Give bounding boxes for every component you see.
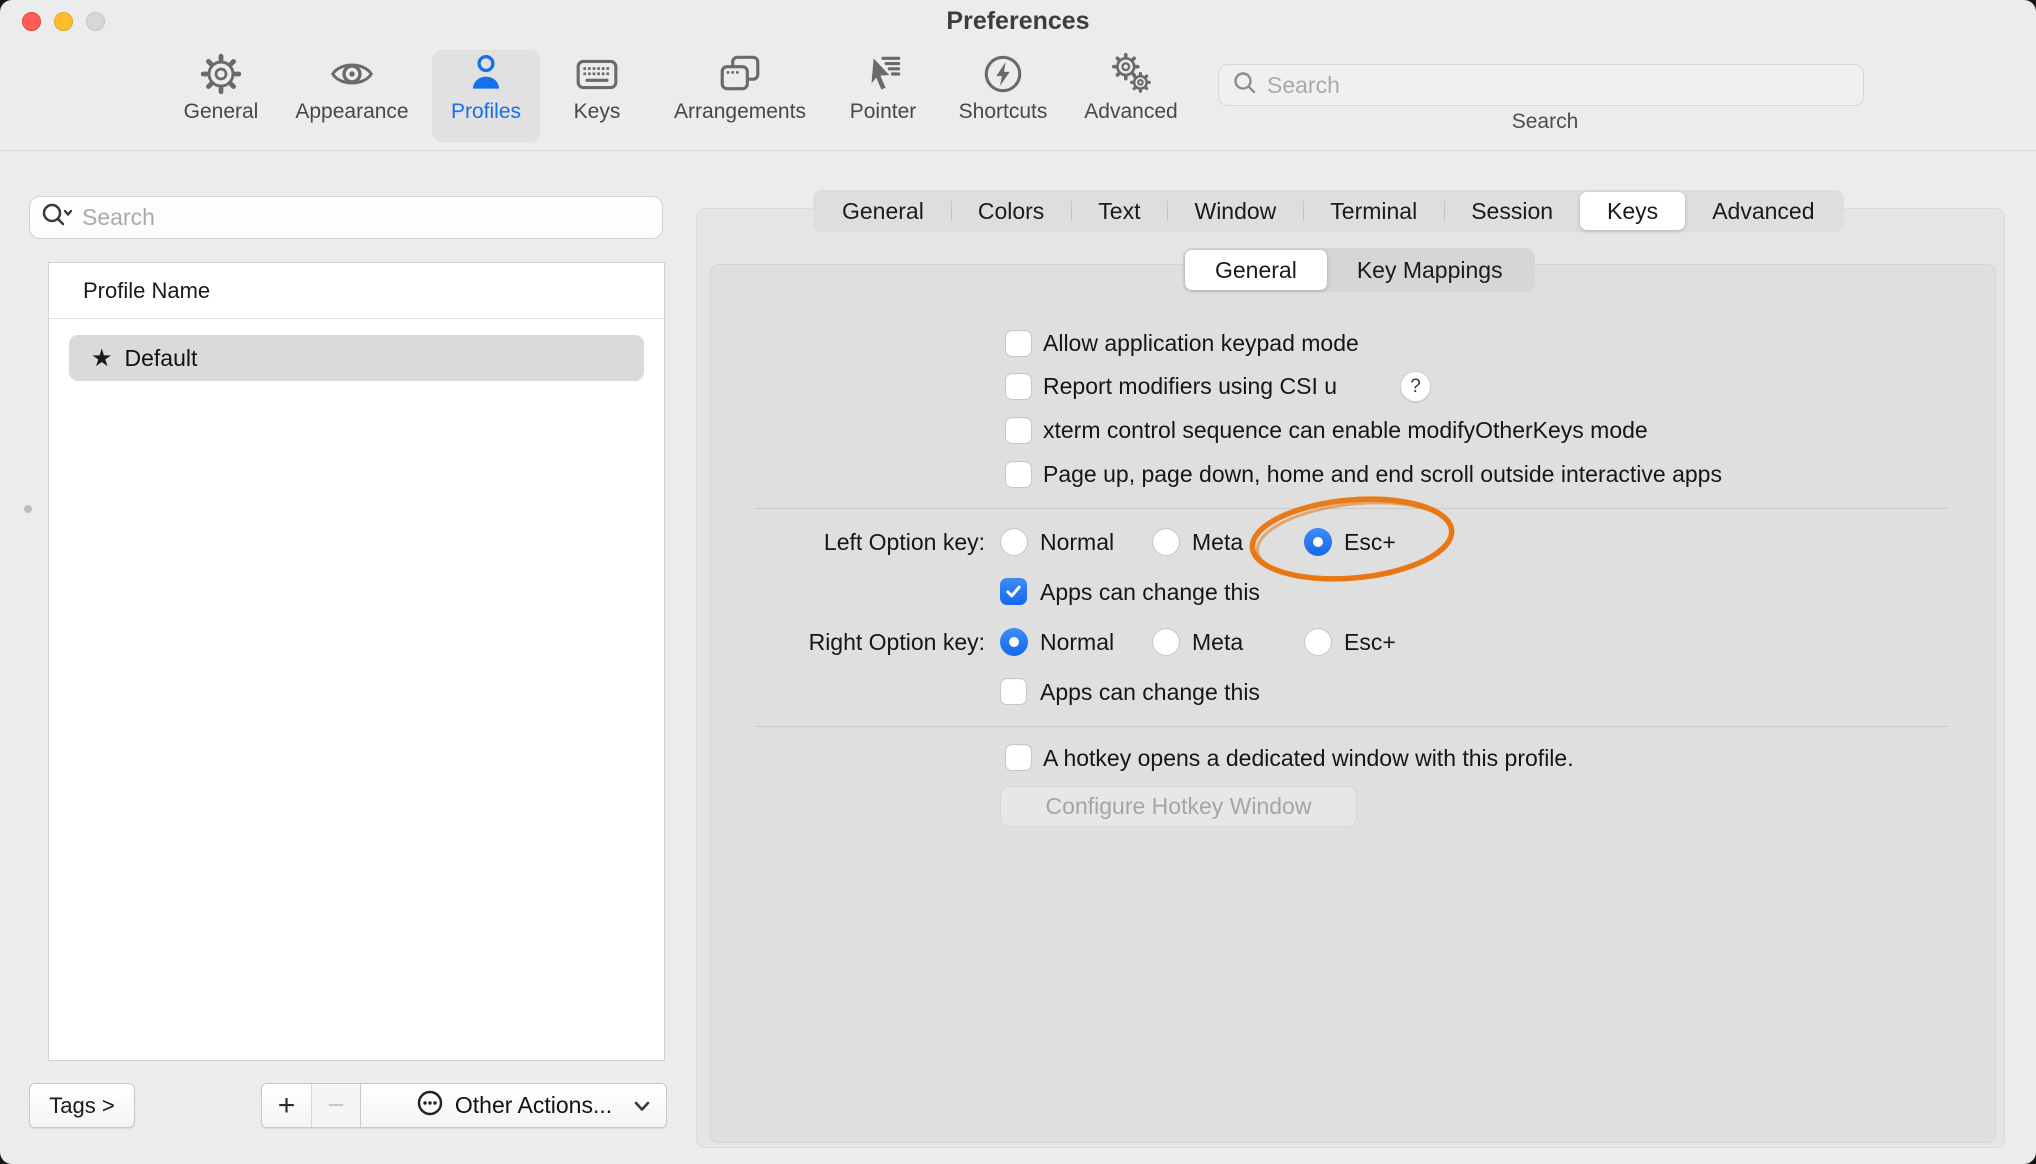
toolbar-item-shortcuts[interactable]: Shortcuts: [948, 50, 1058, 142]
subtab-key-mappings[interactable]: Key Mappings: [1327, 250, 1533, 290]
toolbar-item-arrangements[interactable]: Arrangements: [665, 50, 815, 142]
keys-general-panel: [710, 264, 1996, 1143]
cursor-icon: [859, 50, 907, 98]
radio-right-option-normal[interactable]: [1000, 628, 1028, 656]
keys-subtabs: General Key Mappings: [1183, 248, 1535, 292]
profile-list: Profile Name ★ Default: [48, 262, 665, 1061]
label-right-option-esc: Esc+: [1344, 629, 1396, 656]
toolbar-search-caption: Search: [1460, 110, 1630, 134]
other-actions-label: Other Actions...: [455, 1092, 612, 1119]
profile-tabs: General Colors Text Window Terminal Sess…: [813, 190, 1844, 232]
checkbox-modify-other-keys[interactable]: [1005, 417, 1032, 444]
add-profile-button[interactable]: +: [262, 1084, 311, 1127]
person-icon: [462, 50, 510, 98]
toolbar-item-profiles[interactable]: Profiles: [432, 50, 540, 142]
tab-advanced[interactable]: Advanced: [1685, 192, 1841, 230]
search-menu-icon: [40, 200, 74, 235]
tab-window[interactable]: Window: [1167, 192, 1303, 230]
keyboard-icon: [573, 50, 621, 98]
label-right-apps-can-change: Apps can change this: [1040, 679, 1260, 706]
toolbar-item-appearance[interactable]: Appearance: [287, 50, 417, 142]
toolbar-label-shortcuts: Shortcuts: [959, 100, 1048, 124]
toolbar-label-general: General: [184, 100, 259, 124]
checkbox-left-apps-can-change[interactable]: [1000, 578, 1027, 605]
bolt-circle-icon: [979, 50, 1027, 98]
profile-row-default[interactable]: ★ Default: [69, 335, 644, 381]
toolbar-label-profiles: Profiles: [451, 100, 521, 124]
tags-button[interactable]: Tags >: [29, 1083, 135, 1128]
toolbar-label-appearance: Appearance: [295, 100, 408, 124]
toolbar-item-keys[interactable]: Keys: [557, 50, 637, 142]
window-stack-icon: [716, 50, 764, 98]
ellipsis-circle-icon: [415, 1088, 445, 1124]
label-left-option-normal: Normal: [1040, 529, 1114, 556]
radio-left-option-esc[interactable]: [1304, 528, 1332, 556]
window-title: Preferences: [0, 7, 2036, 36]
checkbox-page-scroll[interactable]: [1005, 461, 1032, 488]
radio-left-option-meta[interactable]: [1152, 528, 1180, 556]
label-right-option-meta: Meta: [1192, 629, 1243, 656]
radio-left-option-normal[interactable]: [1000, 528, 1028, 556]
checkbox-right-apps-can-change[interactable]: [1000, 678, 1027, 705]
tab-keys[interactable]: Keys: [1580, 192, 1685, 230]
other-actions-dropdown[interactable]: Other Actions...: [360, 1084, 666, 1127]
label-modify-other-keys: xterm control sequence can enable modify…: [1043, 417, 1648, 444]
toolbar-label-keys: Keys: [574, 100, 621, 124]
subtab-general[interactable]: General: [1185, 250, 1327, 290]
checkbox-hotkey-window[interactable]: [1005, 744, 1032, 771]
default-star-icon: ★: [91, 344, 113, 373]
toolbar-divider: [0, 150, 2036, 151]
gear-icon: [197, 50, 245, 98]
search-icon: [1231, 69, 1259, 102]
toolbar-search-input[interactable]: [1267, 72, 1851, 99]
configure-hotkey-window-button: Configure Hotkey Window: [1000, 786, 1357, 827]
tab-text[interactable]: Text: [1071, 192, 1167, 230]
tab-session[interactable]: Session: [1444, 192, 1580, 230]
chevron-down-icon: [632, 1092, 652, 1119]
toolbar-item-pointer[interactable]: Pointer: [833, 50, 933, 142]
toolbar-label-advanced: Advanced: [1084, 100, 1177, 124]
label-page-scroll: Page up, page down, home and end scroll …: [1043, 461, 1722, 488]
checkbox-csi-u[interactable]: [1005, 373, 1032, 400]
radio-right-option-meta[interactable]: [1152, 628, 1180, 656]
label-right-option-key: Right Option key:: [620, 629, 985, 656]
label-left-option-key: Left Option key:: [620, 529, 985, 556]
remove-profile-button: −: [311, 1084, 360, 1127]
label-left-apps-can-change: Apps can change this: [1040, 579, 1260, 606]
profile-search-field[interactable]: [29, 196, 663, 239]
profile-list-header: Profile Name: [49, 263, 664, 319]
profile-name: Default: [125, 345, 198, 372]
toolbar-item-general[interactable]: General: [171, 50, 271, 142]
label-hotkey-window: A hotkey opens a dedicated window with t…: [1043, 745, 1574, 772]
toolbar-item-advanced[interactable]: Advanced: [1076, 50, 1186, 142]
toolbar-label-pointer: Pointer: [850, 100, 917, 124]
section-divider: [755, 508, 1948, 509]
label-right-option-normal: Normal: [1040, 629, 1114, 656]
label-left-option-meta: Meta: [1192, 529, 1243, 556]
window-edge-dot: [24, 505, 32, 513]
toolbar-search-field[interactable]: [1218, 64, 1864, 106]
gears-icon: [1107, 50, 1155, 98]
tab-colors[interactable]: Colors: [951, 192, 1071, 230]
check-icon: [1003, 581, 1024, 602]
section-divider: [755, 726, 1948, 727]
label-keypad-mode: Allow application keypad mode: [1043, 330, 1359, 357]
profile-list-controls: + − Other Actions...: [261, 1083, 667, 1128]
label-left-option-esc: Esc+: [1344, 529, 1396, 556]
toolbar-label-arrangements: Arrangements: [674, 100, 806, 124]
radio-right-option-esc[interactable]: [1304, 628, 1332, 656]
tab-terminal[interactable]: Terminal: [1303, 192, 1444, 230]
profile-search-input[interactable]: [82, 204, 652, 231]
checkbox-keypad-mode[interactable]: [1005, 330, 1032, 357]
help-button[interactable]: ?: [1400, 371, 1431, 402]
eye-icon: [328, 50, 376, 98]
label-csi-u: Report modifiers using CSI u: [1043, 373, 1337, 400]
tab-general[interactable]: General: [815, 192, 951, 230]
preferences-window: Preferences General Appearance: [0, 0, 2036, 1164]
